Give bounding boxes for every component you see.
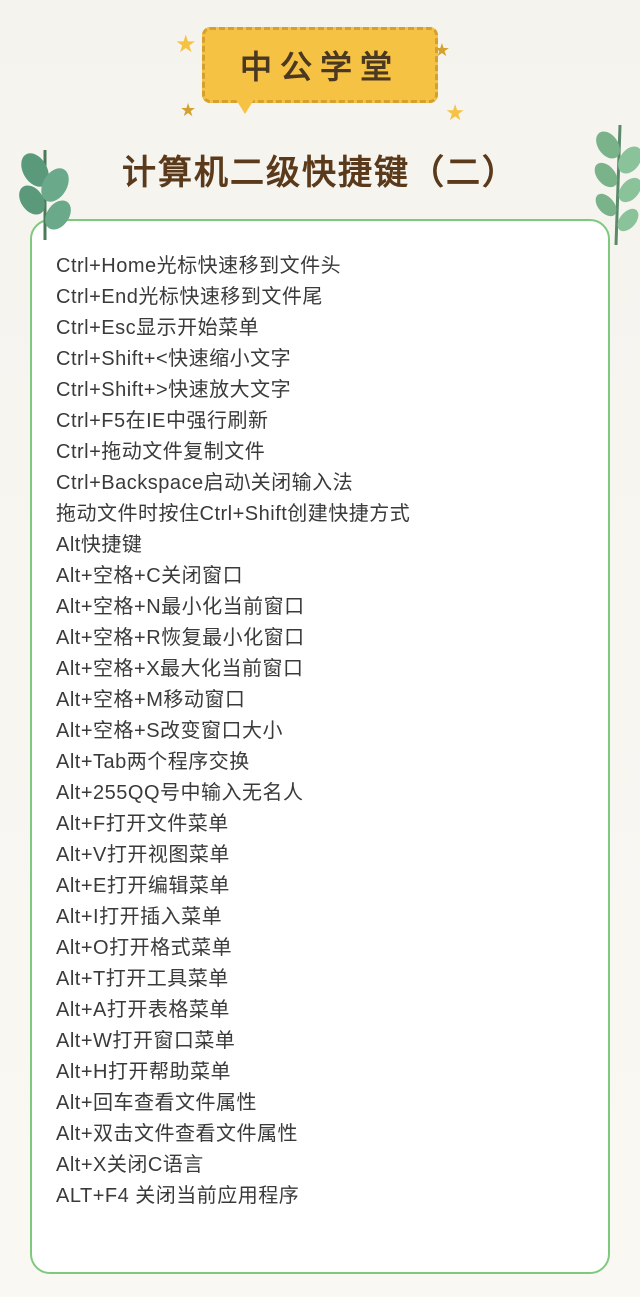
shortcut-list: Ctrl+Home光标快速移到文件头Ctrl+End光标快速移到文件尾Ctrl+… [56, 251, 584, 1212]
brand-badge: 中公学堂 [202, 27, 438, 103]
shortcut-item: Ctrl+End光标快速移到文件尾 [56, 282, 584, 313]
shortcut-item: Ctrl+Home光标快速移到文件头 [56, 251, 584, 282]
shortcut-item: Alt+空格+X最大化当前窗口 [56, 654, 584, 685]
shortcut-item: Alt+X关闭C语言 [56, 1150, 584, 1181]
shortcut-item: ALT+F4 关闭当前应用程序 [56, 1181, 584, 1212]
shortcut-item: Ctrl+Shift+>快速放大文字 [56, 375, 584, 406]
shortcut-item: Alt快捷键 [56, 530, 584, 561]
header: ★ ★ ★ ★ 中公学堂 [0, 0, 640, 130]
star-icon: ★ [445, 100, 465, 126]
shortcut-item: Alt+空格+C关闭窗口 [56, 561, 584, 592]
shortcut-item: Alt+V打开视图菜单 [56, 840, 584, 871]
page-title: 计算机二级快捷键（二） [122, 154, 518, 192]
shortcut-item: Alt+回车查看文件属性 [56, 1088, 584, 1119]
shortcut-item: Alt+I打开插入菜单 [56, 902, 584, 933]
shortcut-item: Alt+Tab两个程序交换 [56, 747, 584, 778]
shortcut-item: Alt+T打开工具菜单 [56, 964, 584, 995]
shortcut-item: Alt+H打开帮助菜单 [56, 1057, 584, 1088]
brand-label: 中公学堂 [240, 49, 400, 85]
shortcut-item: Ctrl+Backspace启动\关闭输入法 [56, 468, 584, 499]
shortcut-item: Alt+空格+S改变窗口大小 [56, 716, 584, 747]
shortcut-item: Alt+W打开窗口菜单 [56, 1026, 584, 1057]
star-icon: ★ [175, 30, 197, 59]
shortcut-item: Alt+A打开表格菜单 [56, 995, 584, 1026]
leaf-decoration-left-icon [10, 140, 80, 250]
shortcut-item: Alt+空格+R恢复最小化窗口 [56, 623, 584, 654]
shortcut-item: Alt+空格+N最小化当前窗口 [56, 592, 584, 623]
leaf-decoration-right-icon [580, 115, 640, 255]
shortcut-item: 拖动文件时按住Ctrl+Shift创建快捷方式 [56, 499, 584, 530]
shortcut-item: Alt+空格+M移动窗口 [56, 685, 584, 716]
shortcut-item: Ctrl+Shift+<快速缩小文字 [56, 344, 584, 375]
shortcut-item: Ctrl+拖动文件复制文件 [56, 437, 584, 468]
title-row: 计算机二级快捷键（二） [0, 145, 640, 194]
star-icon: ★ [180, 100, 196, 121]
shortcut-item: Alt+O打开格式菜单 [56, 933, 584, 964]
shortcut-item: Alt+F打开文件菜单 [56, 809, 584, 840]
shortcut-item: Ctrl+Esc显示开始菜单 [56, 313, 584, 344]
shortcut-item: Ctrl+F5在IE中强行刷新 [56, 406, 584, 437]
shortcut-item: Alt+E打开编辑菜单 [56, 871, 584, 902]
shortcut-item: Alt+255QQ号中输入无名人 [56, 778, 584, 809]
speech-tail-icon [235, 98, 255, 114]
content-box: Ctrl+Home光标快速移到文件头Ctrl+End光标快速移到文件尾Ctrl+… [30, 219, 610, 1274]
shortcut-item: Alt+双击文件查看文件属性 [56, 1119, 584, 1150]
